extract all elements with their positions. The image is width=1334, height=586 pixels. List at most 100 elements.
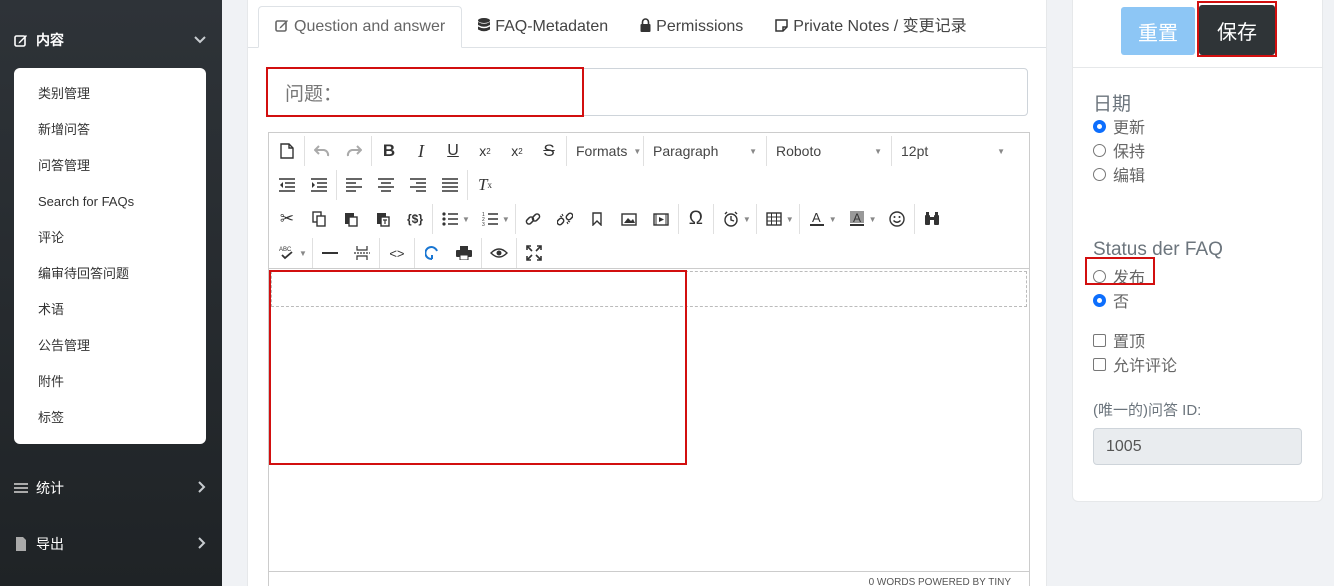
font-family-dropdown[interactable]: Roboto ▼	[768, 136, 890, 166]
sticky-checkbox[interactable]: 置顶	[1093, 328, 1145, 352]
sidebar-item-attachments[interactable]: 附件	[14, 364, 206, 400]
align-left-icon[interactable]	[338, 170, 370, 200]
outdent-icon[interactable]	[271, 170, 303, 200]
strikethrough-icon[interactable]: S	[533, 136, 565, 166]
align-right-icon[interactable]	[402, 170, 434, 200]
caret-down-icon[interactable]: ▼	[502, 215, 510, 224]
radio-icon[interactable]	[1093, 143, 1106, 157]
underline-icon[interactable]: U	[437, 136, 469, 166]
tab-faq-metadata[interactable]: FAQ-Metadaten	[462, 6, 624, 48]
stats-icon	[14, 481, 28, 495]
svg-text:A: A	[853, 211, 861, 225]
date-option-update[interactable]: 更新	[1093, 114, 1145, 138]
checkbox-icon[interactable]	[1093, 357, 1106, 371]
sidebar-item-glossary[interactable]: 术语	[14, 292, 206, 328]
new-document-icon[interactable]	[271, 136, 303, 166]
date-option-edit[interactable]: 编辑	[1093, 162, 1145, 186]
page-break-icon[interactable]	[346, 238, 378, 268]
unlink-icon[interactable]	[549, 204, 581, 234]
editor-statusbar: 0 WORDS POWERED BY TINY	[269, 571, 1029, 586]
image-icon[interactable]	[613, 204, 645, 234]
sidebar-item-open-questions[interactable]: 编审待回答问题	[14, 256, 206, 292]
sidebar-item-tags[interactable]: 标签	[14, 400, 206, 436]
checkbox-icon[interactable]	[1093, 333, 1106, 347]
allow-comments-checkbox[interactable]: 允许评论	[1093, 352, 1177, 376]
italic-icon[interactable]: I	[405, 136, 437, 166]
sidebar-item-faq-admin[interactable]: 问答管理	[14, 148, 206, 184]
emoticons-icon[interactable]	[881, 204, 913, 234]
editor-content-area[interactable]	[271, 271, 1027, 571]
sidebar-section-label: 导出	[36, 536, 64, 552]
sidebar-section-stats[interactable]: 统计	[14, 478, 208, 498]
status-option-publish[interactable]: 发布	[1093, 264, 1145, 288]
status-option-no[interactable]: 否	[1093, 288, 1129, 312]
font-size-dropdown[interactable]: 12pt ▼	[893, 136, 1013, 166]
undo-icon[interactable]	[306, 136, 338, 166]
code-sample-icon[interactable]	[416, 238, 448, 268]
caret-down-icon[interactable]: ▼	[869, 215, 877, 224]
print-icon[interactable]	[448, 238, 480, 268]
subscript-icon[interactable]: x2	[469, 136, 501, 166]
radio-icon[interactable]	[1093, 269, 1106, 283]
link-icon[interactable]	[517, 204, 549, 234]
horizontal-line-icon[interactable]	[314, 238, 346, 268]
sidebar-section-label: 统计	[36, 480, 64, 496]
clear-formatting-icon[interactable]: Tx	[469, 170, 501, 200]
caret-down-icon[interactable]: ▼	[829, 215, 837, 224]
sidebar-item-news[interactable]: 公告管理	[14, 328, 206, 364]
option-label: 否	[1113, 294, 1130, 311]
caret-down-icon[interactable]: ▼	[786, 215, 794, 224]
align-justify-icon[interactable]	[434, 170, 466, 200]
radio-icon[interactable]	[1093, 119, 1106, 133]
sidebar-item-comments[interactable]: 评论	[14, 220, 206, 256]
sidebar-item-add-faq[interactable]: 新增问答	[14, 112, 206, 148]
editor-paragraph[interactable]	[271, 271, 1027, 307]
sidebar-item-search-faqs[interactable]: Search for FAQs	[14, 184, 206, 220]
template-icon[interactable]: {$}	[399, 204, 431, 234]
special-character-icon[interactable]: Ω	[680, 204, 712, 234]
sidebar-right-panel: 重置 保存 日期 更新 保持 编辑 Status der FAQ 发布 否 置顶…	[1072, 0, 1323, 502]
caret-down-icon[interactable]: ▼	[743, 215, 751, 224]
superscript-icon[interactable]: x2	[501, 136, 533, 166]
faq-id-label: (唯一的)问答 ID:	[1093, 402, 1202, 419]
tab-label: FAQ-Metadaten	[495, 18, 609, 35]
block-format-dropdown[interactable]: Paragraph ▼	[645, 136, 765, 166]
media-icon[interactable]	[645, 204, 677, 234]
save-button[interactable]: 保存	[1199, 5, 1275, 55]
database-icon	[478, 7, 491, 47]
indent-icon[interactable]	[303, 170, 335, 200]
tab-permissions[interactable]: Permissions	[624, 6, 759, 48]
sidebar-item-categories[interactable]: 类别管理	[14, 76, 206, 112]
paste-icon[interactable]	[335, 204, 367, 234]
radio-icon[interactable]	[1093, 167, 1106, 181]
preview-icon[interactable]	[483, 238, 515, 268]
question-input[interactable]: 问题：	[266, 68, 1028, 116]
sidebar-section-content[interactable]: 内容	[14, 30, 208, 50]
sidebar-submenu: 类别管理 新增问答 问答管理 Search for FAQs 评论 编审待回答问…	[14, 68, 206, 444]
source-code-icon[interactable]: <>	[381, 238, 413, 268]
copy-icon[interactable]	[303, 204, 335, 234]
find-replace-icon[interactable]	[916, 204, 948, 234]
radio-icon[interactable]	[1093, 293, 1106, 307]
option-label: 编辑	[1113, 168, 1146, 185]
reset-button[interactable]: 重置	[1121, 7, 1195, 55]
fullscreen-icon[interactable]	[518, 238, 550, 268]
note-icon	[775, 7, 789, 47]
date-option-keep[interactable]: 保持	[1093, 138, 1145, 162]
faq-id-value: 1005	[1106, 437, 1142, 455]
align-center-icon[interactable]	[370, 170, 402, 200]
formats-dropdown[interactable]: Formats ▼	[568, 136, 642, 166]
sidebar-section-export[interactable]: 导出	[14, 534, 208, 554]
rich-text-editor: B I U x2 x2 S Formats ▼ Paragraph ▼ Roboto…	[268, 132, 1030, 586]
caret-down-icon[interactable]: ▼	[299, 249, 307, 258]
bookmark-icon[interactable]	[581, 204, 613, 234]
tab-private-notes[interactable]: Private Notes / 变更记录	[759, 6, 982, 48]
redo-icon[interactable]	[338, 136, 370, 166]
svg-text:ABC: ABC	[279, 247, 292, 253]
caret-down-icon[interactable]: ▼	[462, 215, 470, 224]
paste-text-icon[interactable]	[367, 204, 399, 234]
cut-icon[interactable]: ✂	[271, 204, 303, 234]
sidebar: 内容 类别管理 新增问答 问答管理 Search for FAQs 评论 编审待…	[0, 0, 222, 586]
tab-question-answer[interactable]: Question and answer	[258, 6, 463, 48]
bold-icon[interactable]: B	[373, 136, 405, 166]
